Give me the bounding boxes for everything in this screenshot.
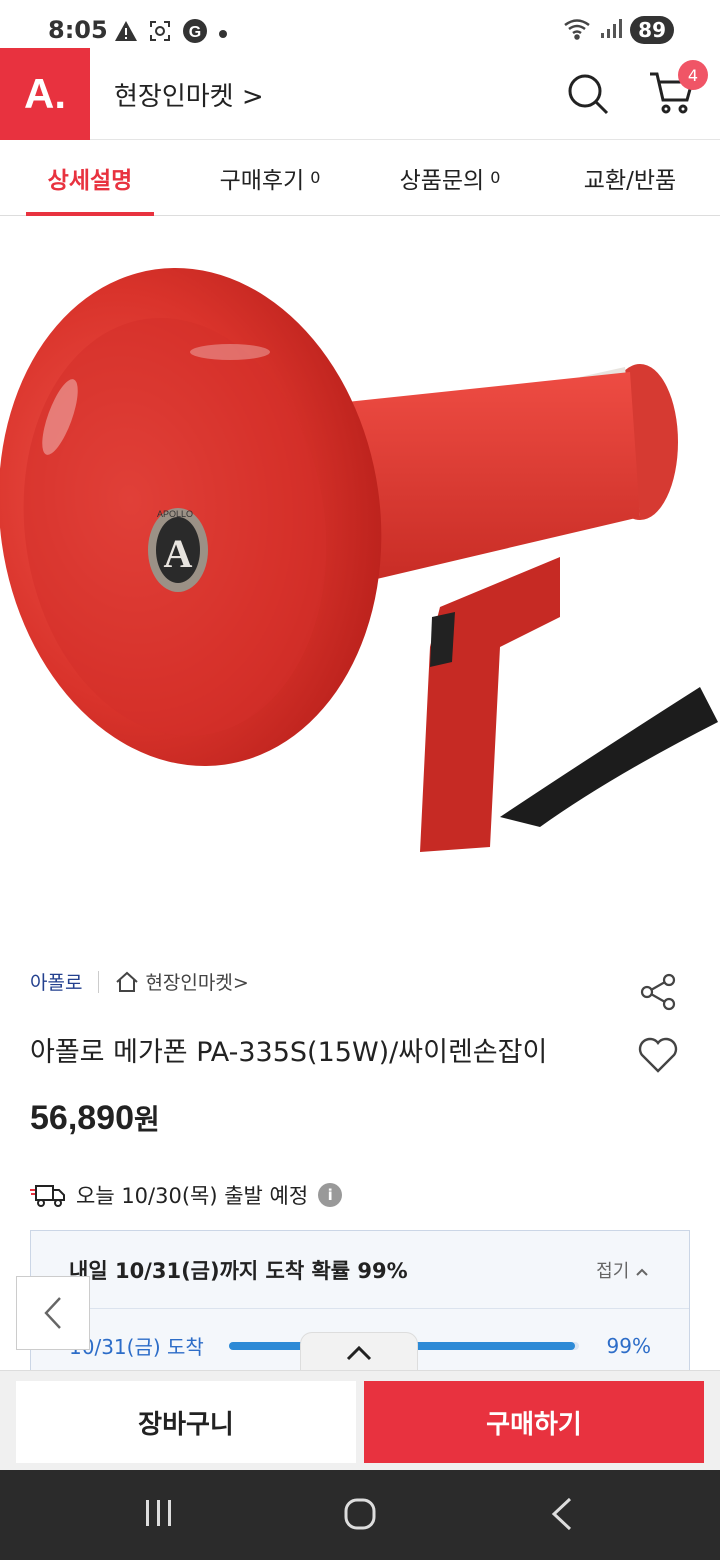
delivery-percent: 99% [606, 1333, 651, 1358]
wifi-icon [562, 16, 592, 44]
status-time: 8:05 [48, 16, 108, 44]
store-link[interactable]: 현장인마켓> [115, 968, 249, 995]
product-title: 아폴로 메가폰 PA-335S(15W)/싸이렌손잡이 [30, 1037, 548, 1068]
info-icon[interactable]: i [318, 1183, 343, 1207]
recent-apps-button[interactable] [142, 1496, 176, 1534]
divider [98, 970, 100, 993]
chevron-left-icon [44, 1297, 61, 1329]
home-icon [116, 971, 139, 992]
signal-icon [600, 17, 623, 43]
chevron-up-icon [346, 1345, 372, 1360]
recent-apps-icon [146, 1500, 171, 1526]
chevron-up-icon [636, 1268, 648, 1276]
tab-label: 교환/반품 [583, 167, 677, 194]
app-header: A. 현장인마켓 > [0, 48, 720, 140]
product-tabs: 상세설명 구매후기 0 상품문의 0 교환/반품 [0, 140, 720, 216]
product-price: 56,890원 [30, 1098, 160, 1138]
tab-count: 0 [490, 168, 501, 187]
floating-back-button[interactable] [16, 1276, 90, 1350]
tab-label: 상세설명 [47, 167, 133, 194]
home-circle-icon [344, 1498, 376, 1530]
tab-count: 0 [310, 168, 321, 187]
tab-questions[interactable]: 상품문의 0 [360, 140, 540, 215]
battery-indicator: 89 [630, 16, 674, 44]
app-logo[interactable]: A. [0, 48, 90, 140]
tab-label: 상품문의 [399, 167, 485, 194]
status-notification-icons: G [114, 18, 228, 48]
fold-label: 접기 [596, 1260, 630, 1282]
warning-icon [114, 20, 138, 46]
purchase-bar: 장바구니 구매하기 [0, 1370, 720, 1470]
heart-icon [638, 1037, 678, 1073]
expand-tab-button[interactable] [300, 1332, 418, 1372]
delivery-title: 내일 10/31(금)까지 도착 확률 99% [69, 1258, 408, 1283]
shipping-text: 오늘 10/30(목) 출발 예정 [76, 1184, 309, 1208]
search-button[interactable] [566, 72, 610, 120]
brand-row: 아폴로 현장인마켓> [30, 968, 249, 995]
wishlist-button[interactable] [638, 1036, 678, 1078]
back-button[interactable] [548, 1496, 576, 1536]
truck-icon [30, 1185, 65, 1207]
share-button[interactable] [638, 972, 678, 1016]
store-name: 현장인마켓> [145, 972, 249, 994]
tab-exchange-return[interactable]: 교환/반품 [540, 140, 720, 215]
back-icon [551, 1497, 572, 1531]
product-image[interactable]: A APOLLO [0, 217, 720, 957]
dot-icon [218, 24, 228, 43]
search-icon [568, 74, 609, 115]
brand-link[interactable]: 아폴로 [30, 968, 82, 995]
delivery-date: 10/31(금) 도착 [69, 1335, 204, 1359]
tab-reviews[interactable]: 구매후기 0 [180, 140, 360, 215]
shipping-info: 오늘 10/30(목) 출발 예정 i [30, 1180, 343, 1210]
add-to-cart-button[interactable]: 장바구니 [16, 1381, 356, 1463]
delivery-header[interactable]: 내일 10/31(금)까지 도착 확률 99% 접기 [31, 1231, 689, 1309]
home-button[interactable] [342, 1496, 378, 1536]
svg-text:G: G [189, 24, 201, 41]
shop-name-link[interactable]: 현장인마켓 > [114, 76, 264, 113]
svg-text:A: A [164, 531, 193, 576]
cart-count-badge: 4 [678, 60, 708, 90]
google-icon: G [182, 18, 208, 48]
product-badge-text: APOLLO [157, 509, 193, 519]
tab-label: 구매후기 [219, 167, 305, 194]
share-icon [640, 973, 676, 1011]
price-number: 56,890 [30, 1099, 134, 1137]
status-system-icons: 89 [562, 16, 674, 44]
screenshot-icon [148, 19, 172, 47]
system-nav-bar [0, 1470, 720, 1560]
fold-button[interactable]: 접기 [596, 1257, 649, 1283]
tab-details[interactable]: 상세설명 [0, 140, 180, 216]
price-unit: 원 [134, 1104, 160, 1135]
buy-now-button[interactable]: 구매하기 [364, 1381, 704, 1463]
